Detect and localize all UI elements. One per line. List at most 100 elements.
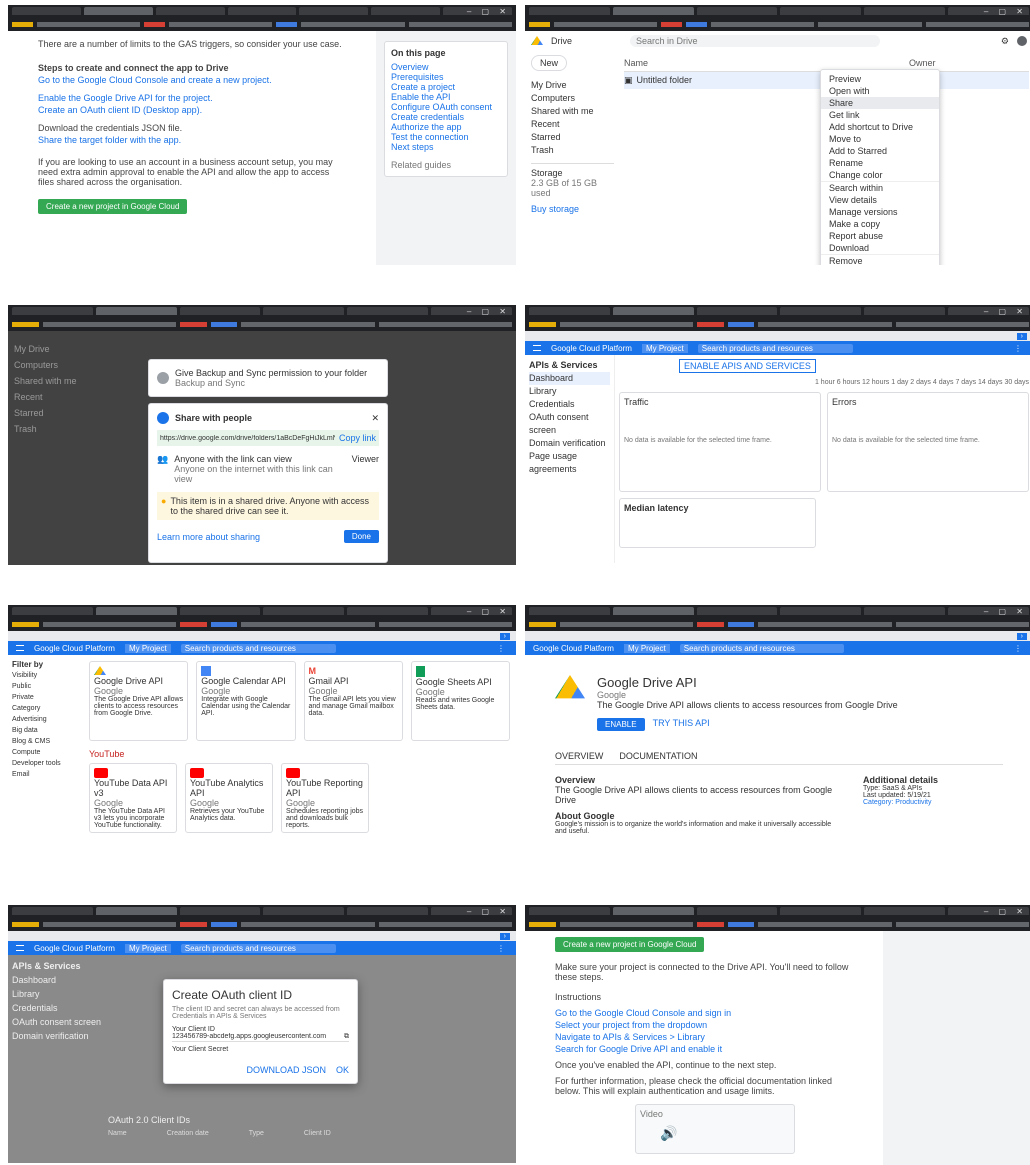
- menu-item[interactable]: Share: [821, 97, 939, 109]
- client-id-value[interactable]: 123456789-abcdefg.apps.googleusercontent…: [172, 1033, 344, 1041]
- search-input[interactable]: Search products and resources: [679, 643, 844, 653]
- copy-icon[interactable]: ⧉: [344, 1033, 349, 1041]
- menu-item[interactable]: Open with: [821, 85, 939, 97]
- filter-item[interactable]: Advertising: [12, 714, 79, 725]
- api-card[interactable]: YouTube Reporting API Google Schedules r…: [281, 763, 369, 833]
- nav-item[interactable]: Recent: [531, 119, 614, 129]
- notice-button[interactable]: ›: [499, 932, 510, 940]
- ok-button[interactable]: OK: [336, 1065, 349, 1075]
- menu-item[interactable]: Download: [821, 242, 939, 254]
- avatar[interactable]: [1017, 36, 1027, 46]
- sidebar-item[interactable]: Dashboard: [12, 973, 102, 987]
- filter-item[interactable]: Email: [12, 769, 79, 780]
- sidebar-item[interactable]: Prerequisites: [391, 72, 501, 82]
- sidebar-item[interactable]: Domain verification: [12, 1029, 102, 1043]
- menu-item[interactable]: Preview: [821, 73, 939, 85]
- step-3[interactable]: Create an OAuth client ID (Desktop app).: [38, 105, 346, 115]
- menu-item[interactable]: Search within: [821, 181, 939, 194]
- menu-item[interactable]: Rename: [821, 157, 939, 169]
- nav-item[interactable]: Starred: [531, 132, 614, 142]
- try-api-button[interactable]: TRY THIS API: [653, 718, 710, 731]
- sidebar-item[interactable]: Create credentials: [391, 112, 501, 122]
- project-selector[interactable]: My Project: [124, 943, 171, 953]
- search-input[interactable]: Search products and resources: [180, 643, 336, 653]
- create-project-button[interactable]: Create a new project in Google Cloud: [38, 199, 188, 214]
- download-json-button[interactable]: DOWNLOAD JSON: [246, 1065, 326, 1075]
- col-type[interactable]: Type: [249, 1130, 264, 1137]
- step-5[interactable]: Share the target folder with the app.: [38, 135, 346, 145]
- project-selector[interactable]: My Project: [641, 343, 688, 353]
- filter-item[interactable]: Blog & CMS: [12, 736, 79, 747]
- search-input[interactable]: Search in Drive: [630, 35, 881, 47]
- filter-item[interactable]: Compute: [12, 747, 79, 758]
- tab-overview[interactable]: OVERVIEW: [555, 751, 603, 761]
- nav-item[interactable]: Computers: [531, 93, 614, 103]
- instruction-link[interactable]: Go to the Google Cloud Console and sign …: [555, 1008, 853, 1018]
- step-1[interactable]: Go to the Google Cloud Console and creat…: [38, 75, 346, 85]
- notice-button[interactable]: ›: [499, 632, 510, 640]
- sidebar-item[interactable]: Domain verification: [529, 437, 610, 450]
- sidebar-item[interactable]: Enable the API: [391, 92, 501, 102]
- col-client[interactable]: Client ID: [304, 1130, 331, 1137]
- sidebar-item[interactable]: OAuth consent screen: [12, 1015, 102, 1029]
- enable-button[interactable]: ENABLE: [597, 718, 645, 731]
- search-input[interactable]: Search products and resources: [697, 343, 853, 353]
- buy-storage-link[interactable]: Buy storage: [531, 204, 614, 214]
- nav-item[interactable]: Trash: [531, 145, 614, 155]
- menu-item[interactable]: Get link: [821, 109, 939, 121]
- api-card[interactable]: Google Sheets API Google Reads and write…: [410, 661, 510, 741]
- sidebar-item[interactable]: Overview: [391, 62, 501, 72]
- menu-item[interactable]: Report abuse: [821, 230, 939, 242]
- col-name[interactable]: Name: [108, 1130, 127, 1137]
- settings-icon[interactable]: ⚙: [1001, 36, 1009, 47]
- sidebar-item[interactable]: OAuth consent screen: [529, 411, 610, 437]
- role-dropdown[interactable]: Viewer: [352, 454, 379, 484]
- close-icon[interactable]: ✕: [371, 413, 379, 424]
- sidebar-item[interactable]: Credentials: [12, 1001, 102, 1015]
- api-card[interactable]: Google Drive API Google The Google Drive…: [89, 661, 189, 741]
- api-card[interactable]: M Gmail API Google The Gmail API lets yo…: [303, 661, 403, 741]
- hamburger-icon[interactable]: [533, 345, 541, 351]
- filter-item[interactable]: Developer tools: [12, 758, 79, 769]
- sidebar-item[interactable]: Dashboard: [529, 372, 610, 385]
- step-2[interactable]: Enable the Google Drive API for the proj…: [38, 93, 346, 103]
- header-icons[interactable]: ⋮: [497, 944, 508, 953]
- header-icons[interactable]: ⋮: [1014, 344, 1025, 353]
- menu-item[interactable]: Make a copy: [821, 218, 939, 230]
- menu-item[interactable]: View details: [821, 194, 939, 206]
- done-button[interactable]: Done: [343, 530, 379, 543]
- filter-item[interactable]: Category: [12, 703, 79, 714]
- notice-button[interactable]: ›: [1016, 332, 1027, 340]
- nav-item[interactable]: Shared with me: [531, 106, 614, 116]
- header-icons[interactable]: ⋮: [1014, 644, 1025, 653]
- hamburger-icon[interactable]: [16, 645, 24, 651]
- menu-item[interactable]: Move to: [821, 133, 939, 145]
- sidebar-item[interactable]: Create a project: [391, 82, 501, 92]
- create-project-button[interactable]: Create a new project in Google Cloud: [555, 937, 705, 952]
- sidebar-item[interactable]: Test the connection: [391, 132, 501, 142]
- new-button[interactable]: New: [531, 55, 568, 71]
- menu-item[interactable]: Add shortcut to Drive: [821, 121, 939, 133]
- details-item[interactable]: Category: Productivity: [863, 799, 1003, 806]
- video-embed[interactable]: Video 🔊: [635, 1104, 795, 1154]
- column-owner[interactable]: Owner: [909, 58, 1029, 68]
- api-card[interactable]: YouTube Analytics API Google Retrieves y…: [185, 763, 273, 833]
- project-selector[interactable]: My Project: [623, 643, 670, 653]
- learn-more-link[interactable]: Learn more about sharing: [157, 532, 260, 542]
- nav-item[interactable]: My Drive: [531, 80, 614, 90]
- search-input[interactable]: Search products and resources: [180, 943, 336, 953]
- menu-item[interactable]: Remove: [821, 254, 939, 265]
- api-card[interactable]: YouTube Data API v3 Google The YouTube D…: [89, 763, 177, 833]
- menu-item[interactable]: Add to Starred: [821, 145, 939, 157]
- time-filter[interactable]: 1 hour 6 hours 12 hours 1 day 2 days 4 d…: [619, 379, 1029, 386]
- sidebar-item[interactable]: Configure OAuth consent: [391, 102, 501, 112]
- enable-apis-button[interactable]: ENABLE APIS AND SERVICES: [679, 359, 816, 373]
- filter-item[interactable]: Big data: [12, 725, 79, 736]
- sidebar-item[interactable]: Page usage agreements: [529, 450, 610, 476]
- header-icons[interactable]: ⋮: [497, 644, 508, 653]
- menu-item[interactable]: Change color: [821, 169, 939, 181]
- notice-button[interactable]: ›: [1016, 632, 1027, 640]
- menu-item[interactable]: Manage versions: [821, 206, 939, 218]
- project-selector[interactable]: My Project: [124, 643, 171, 653]
- column-name[interactable]: Name: [624, 58, 909, 68]
